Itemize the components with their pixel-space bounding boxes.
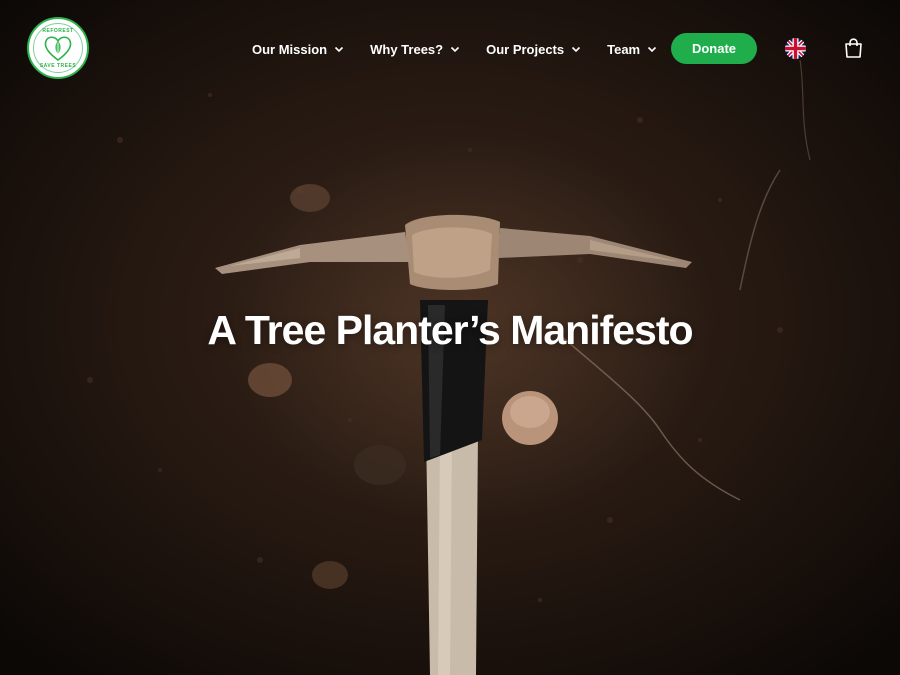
nav-item-label: Our Mission — [252, 41, 328, 57]
uk-flag-icon[interactable] — [785, 38, 806, 59]
nav-item-label: Why Trees? — [370, 41, 444, 57]
nav-item-why-trees[interactable]: Why Trees? — [370, 42, 460, 57]
logo-text-top: REFOREST — [42, 28, 74, 34]
chevron-down-icon — [450, 44, 460, 54]
nav-item-label: Our Projects — [486, 41, 565, 57]
main-nav: Our Mission Why Trees? Our Projects Team — [252, 36, 683, 62]
chevron-down-icon — [571, 44, 581, 54]
brand-logo[interactable]: REFOREST SAVE TREES — [27, 17, 89, 79]
page-title: A Tree Planter’s Manifesto — [207, 307, 693, 354]
chevron-down-icon — [647, 44, 657, 54]
nav-item-our-projects[interactable]: Our Projects — [486, 42, 581, 57]
nav-item-our-mission[interactable]: Our Mission — [252, 42, 344, 57]
donate-button[interactable]: Donate — [671, 33, 757, 64]
logo-text-bottom: SAVE TREES — [39, 63, 77, 69]
chevron-down-icon — [334, 44, 344, 54]
shopping-bag-icon[interactable] — [844, 38, 863, 58]
nav-item-label: Team — [607, 41, 641, 57]
nav-item-team[interactable]: Team — [607, 42, 657, 57]
